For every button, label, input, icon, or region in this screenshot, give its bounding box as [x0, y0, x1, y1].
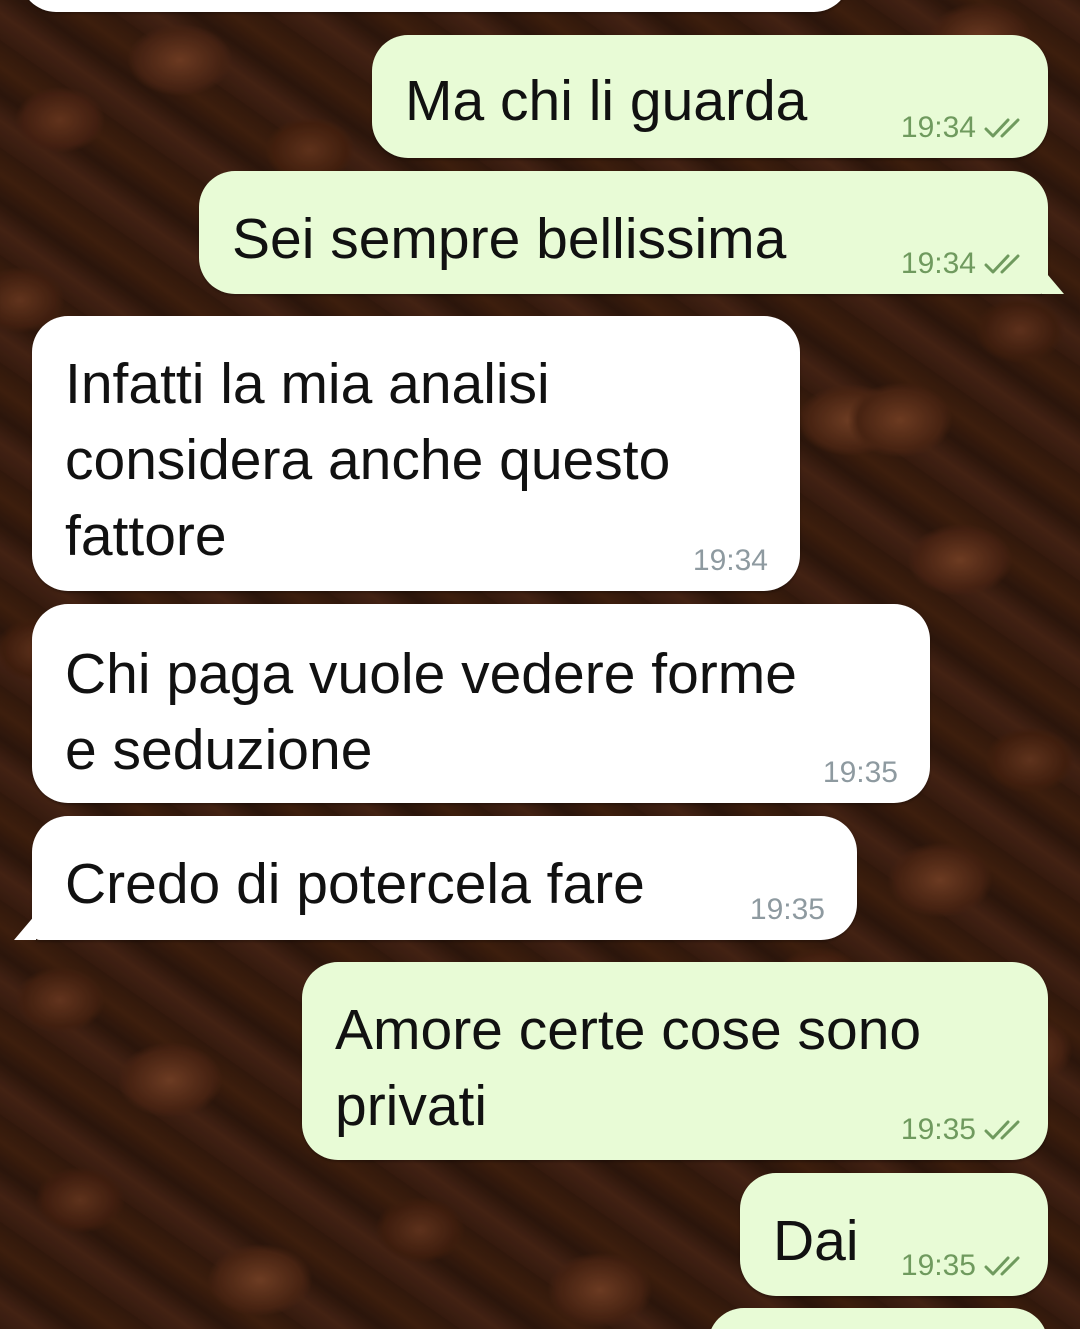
message-text-line: considera anche questo: [65, 428, 671, 492]
message-bubble-outgoing[interactable]: Amore certe cose sono privati 19:35: [302, 962, 1048, 1160]
message-time: 19:34: [900, 247, 976, 280]
message-meta: 19:34: [901, 110, 1028, 146]
message-time: 19:35: [822, 756, 898, 789]
message-text-line: Chi paga vuole vedere forme: [65, 642, 797, 706]
message-text: Sei sempre bellissima: [232, 207, 787, 271]
message-text-line: fattore: [65, 504, 227, 568]
message-time: 19:34: [692, 544, 768, 577]
message-time: 19:34: [900, 111, 976, 144]
message-bubble-incoming[interactable]: Infatti la mia analisi considera anche q…: [32, 316, 800, 591]
message-bubble-partial-top[interactable]: [20, 0, 850, 12]
message-text: Dai: [773, 1209, 859, 1273]
message-text: Ma chi li guarda: [405, 69, 808, 133]
read-ticks-icon: [984, 1120, 1020, 1140]
message-text-line: Amore certe cose sono: [335, 998, 922, 1062]
read-ticks-icon: [984, 118, 1020, 138]
message-meta: 19:34: [901, 246, 1028, 282]
message-bubble-partial-bottom[interactable]: [708, 1308, 1048, 1329]
message-time: 19:35: [900, 1249, 976, 1282]
message-bubble-outgoing[interactable]: Sei sempre bellissima 19:34: [199, 171, 1048, 294]
read-ticks-icon: [984, 254, 1020, 274]
message-time: 19:35: [900, 1113, 976, 1146]
message-text-line: Infatti la mia analisi: [65, 352, 550, 416]
message-meta: 19:35: [901, 1248, 1028, 1284]
message-meta: 19:35: [901, 1112, 1028, 1148]
message-bubble-outgoing[interactable]: Dai 19:35: [740, 1173, 1048, 1296]
read-ticks-icon: [984, 1256, 1020, 1276]
message-meta: 19:35: [823, 755, 898, 791]
message-bubble-incoming[interactable]: Credo di potercela fare 19:35: [32, 816, 857, 940]
message-time: 19:35: [749, 893, 825, 926]
message-bubble-outgoing[interactable]: Ma chi li guarda 19:34: [372, 35, 1048, 158]
message-text-line: e seduzione: [65, 718, 373, 782]
message-text: Credo di potercela fare: [65, 852, 645, 916]
message-bubble-incoming[interactable]: Chi paga vuole vedere forme e seduzione …: [32, 604, 930, 803]
message-meta: 19:34: [693, 543, 768, 579]
message-text-line: privati: [335, 1074, 488, 1138]
message-meta: 19:35: [750, 892, 825, 928]
